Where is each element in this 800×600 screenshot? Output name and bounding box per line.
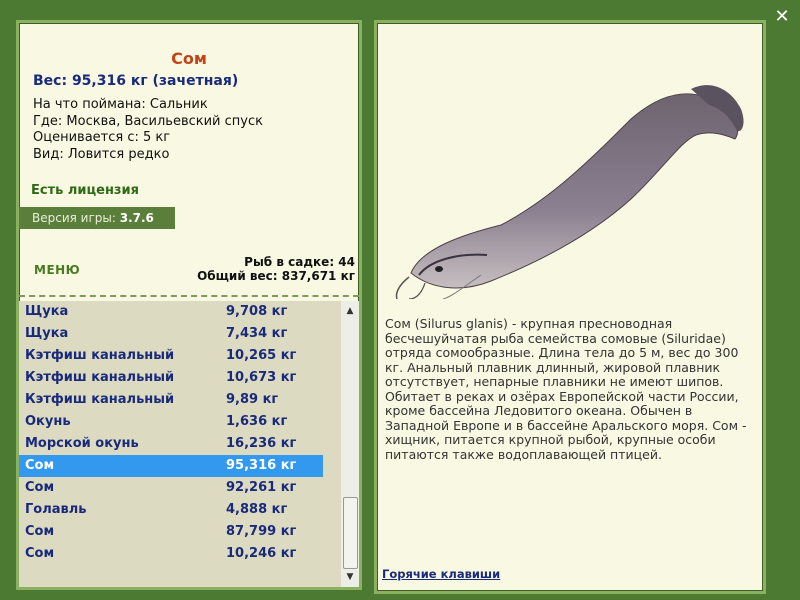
catch-row[interactable]: Окунь 1,636 кг	[19, 411, 341, 433]
catch-fish-weight: 10,673 кг	[226, 370, 297, 385]
fish-name-title: Сом	[171, 49, 207, 68]
catch-fish-weight: 95,316 кг	[226, 458, 297, 473]
hotkeys-link[interactable]: Горячие клавиши	[382, 567, 500, 581]
catch-fish-weight: 10,265 кг	[226, 348, 297, 363]
catch-row[interactable]: Щука 9,708 кг	[19, 301, 341, 323]
catch-fish-name: Щука	[25, 326, 69, 341]
catch-fish-name: Сом	[25, 480, 55, 495]
catch-fish-name: Сом	[25, 524, 55, 539]
fish-description: Сом (Silurus glanis) - крупная пресновод…	[385, 316, 747, 462]
location-info: Где: Москва, Васильевский спуск	[33, 114, 263, 129]
fish-count: Рыб в садке: 44	[244, 255, 355, 269]
catch-fish-weight: 9,708 кг	[226, 304, 288, 319]
catch-row[interactable]: Сом 87,799 кг	[19, 521, 341, 543]
fish-weight: Вес: 95,316 кг (зачетная)	[33, 73, 239, 89]
catch-fish-name: Кэтфиш канальный	[25, 392, 175, 407]
catch-row[interactable]: Сом 95,316 кг	[19, 455, 323, 477]
keepnet-stats: Рыб в садке: 44 Общий вес: 837,671 кг	[197, 255, 355, 283]
catfish-image	[395, 85, 744, 299]
catch-row[interactable]: Сом 92,261 кг	[19, 477, 341, 499]
license-status: Есть лицензия	[31, 183, 139, 198]
fish-info-panel: Сом Вес: 95,316 кг (зачетная) На что пой…	[16, 20, 362, 590]
catch-row[interactable]: Кэтфиш канальный 10,265 кг	[19, 345, 341, 367]
total-weight: Общий вес: 837,671 кг	[197, 269, 355, 283]
catch-fish-name: Щука	[25, 304, 69, 319]
catch-row[interactable]: Кэтфиш канальный 9,89 кг	[19, 389, 341, 411]
catch-fish-name: Голавль	[25, 502, 87, 517]
catch-fish-name: Кэтфиш канальный	[25, 370, 175, 385]
catch-row[interactable]: Кэтфиш канальный 10,673 кг	[19, 367, 341, 389]
close-icon[interactable]: ✕	[771, 6, 793, 28]
scroll-down-arrow-icon[interactable]: ▼	[341, 569, 359, 585]
catch-fish-name: Сом	[25, 546, 55, 561]
catch-fish-weight: 4,888 кг	[226, 502, 288, 517]
catch-row[interactable]: Голавль 4,888 кг	[19, 499, 341, 521]
catch-fish-weight: 9,89 кг	[226, 392, 279, 407]
fish-description-panel: Сом (Silurus glanis) - крупная пресновод…	[374, 20, 766, 594]
scroll-thumb[interactable]	[343, 497, 358, 569]
scroll-up-arrow-icon[interactable]: ▲	[341, 303, 359, 319]
version-value: 3.7.6	[119, 211, 154, 225]
version-bar: Версия игры: 3.7.6	[19, 207, 175, 229]
list-scrollbar[interactable]: ▲ ▼	[341, 301, 359, 587]
version-label: Версия игры:	[32, 211, 116, 225]
catch-fish-weight: 87,799 кг	[226, 524, 297, 539]
catch-fish-name: Сом	[25, 458, 55, 473]
catch-fish-name: Кэтфиш канальный	[25, 348, 175, 363]
catch-fish-weight: 10,246 кг	[226, 546, 297, 561]
bait-info: На что поймана: Сальник	[33, 97, 208, 112]
catch-fish-name: Окунь	[25, 414, 71, 429]
min-weight-info: Оценивается с: 5 кг	[33, 130, 171, 145]
catch-row[interactable]: Сом 10,246 кг	[19, 543, 341, 565]
catch-fish-name: Морской окунь	[25, 436, 139, 451]
catch-fish-weight: 16,236 кг	[226, 436, 297, 451]
catch-fish-weight: 1,636 кг	[226, 414, 288, 429]
catch-row[interactable]: Морской окунь 16,236 кг	[19, 433, 341, 455]
catch-fish-weight: 92,261 кг	[226, 480, 297, 495]
catch-list: Щука 9,708 кг Щука 7,434 кг Кэтфиш канальный…	[19, 301, 341, 587]
divider	[19, 295, 359, 297]
catch-fish-weight: 7,434 кг	[226, 326, 288, 341]
menu-button[interactable]: МЕНЮ	[34, 263, 80, 277]
catch-row[interactable]: Щука 7,434 кг	[19, 323, 341, 345]
rarity-info: Вид: Ловится редко	[33, 147, 170, 162]
